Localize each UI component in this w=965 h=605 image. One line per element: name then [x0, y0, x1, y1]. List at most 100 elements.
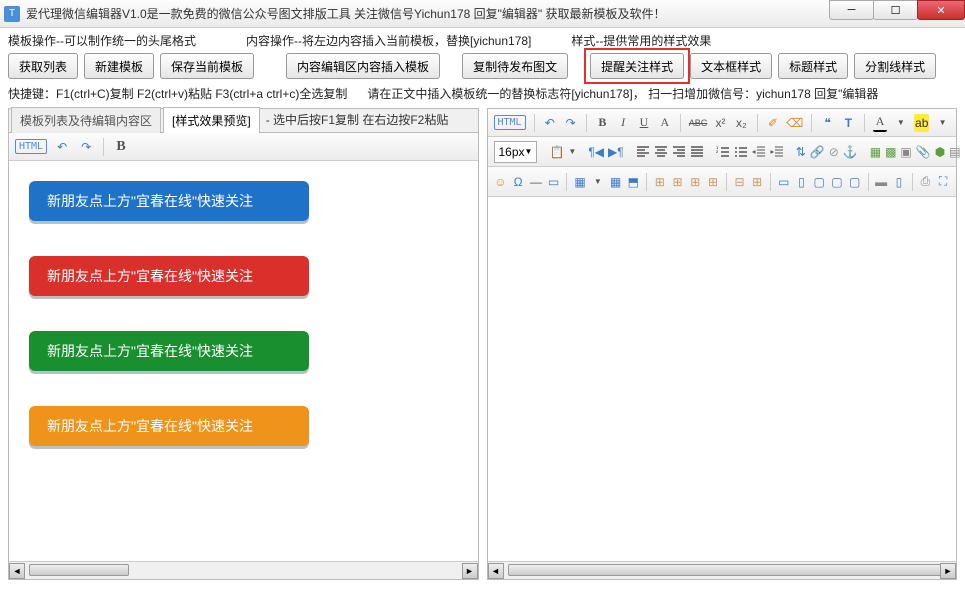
insert-row-below-icon[interactable]: ⊞: [671, 173, 685, 191]
special-char-icon[interactable]: Ω: [511, 173, 525, 191]
merge-cells-icon[interactable]: ⊟: [733, 173, 747, 191]
paste-icon[interactable]: 📋: [549, 143, 564, 161]
doc-icon[interactable]: ▯: [892, 173, 906, 191]
paragraph-rtl-icon[interactable]: ▶¶: [608, 143, 624, 161]
print-icon[interactable]: ⎙: [919, 173, 933, 191]
remind-follow-style-button[interactable]: 提醒关注样式: [590, 53, 684, 79]
style-sample-red[interactable]: 新朋友点上方"宜春在线"快速关注: [29, 256, 309, 296]
insert-row-above-icon[interactable]: ⊞: [653, 173, 667, 191]
delete-row-icon[interactable]: ▭: [777, 173, 791, 191]
style-sample-green[interactable]: 新朋友点上方"宜春在线"快速关注: [29, 331, 309, 371]
scroll-right-icon[interactable]: ►: [940, 563, 956, 579]
ordered-list-icon[interactable]: 12: [716, 143, 730, 161]
cell-align-3-icon[interactable]: ▢: [848, 173, 862, 191]
copy-publish-button[interactable]: 复制待发布图文: [462, 53, 568, 79]
save-template-button[interactable]: 保存当前模板: [160, 53, 254, 79]
unlink-icon[interactable]: ⊘: [829, 143, 839, 161]
more-icon[interactable]: ▤: [949, 143, 960, 161]
delete-col-icon[interactable]: ▯: [795, 173, 809, 191]
insert-col-right-icon[interactable]: ⊞: [706, 173, 720, 191]
cell-align-2-icon[interactable]: ▢: [830, 173, 844, 191]
indent-icon[interactable]: [770, 143, 784, 161]
map-icon[interactable]: ⬢: [935, 143, 945, 161]
tab-hint: - 选中后按F1复制 在右边按F2粘贴: [260, 107, 455, 132]
insert-template-button[interactable]: 内容编辑区内容插入模板: [286, 53, 440, 79]
divider-style-button[interactable]: 分割线样式: [854, 53, 936, 79]
undo-icon[interactable]: ↶: [542, 114, 557, 132]
underline-icon[interactable]: U: [637, 114, 652, 132]
table-icon[interactable]: ▦: [573, 173, 587, 191]
left-hscrollbar[interactable]: ◄ ►: [9, 561, 478, 579]
dropdown-icon[interactable]: ▼: [568, 143, 576, 161]
hr-icon[interactable]: ―: [529, 173, 543, 191]
tab-style-preview[interactable]: [样式效果预览]: [163, 107, 260, 133]
date-icon[interactable]: ▭: [547, 173, 561, 191]
page-break-icon[interactable]: ▬: [874, 173, 888, 191]
font-color-icon[interactable]: A: [873, 114, 888, 132]
style-sample-blue[interactable]: 新朋友点上方"宜春在线"快速关注: [29, 181, 309, 221]
scroll-thumb[interactable]: [508, 564, 948, 576]
dropdown-icon[interactable]: ▼: [591, 173, 605, 191]
template-ops-label: 模板操作--可以制作统一的头尾格式: [8, 32, 196, 49]
superscript-icon[interactable]: x²: [713, 114, 728, 132]
right-hscrollbar[interactable]: ◄ ►: [488, 561, 957, 579]
insert-col-left-icon[interactable]: ⊞: [688, 173, 702, 191]
paragraph-ltr-icon[interactable]: ¶◀: [588, 143, 604, 161]
redo-icon[interactable]: ↷: [77, 138, 95, 156]
align-center-icon[interactable]: [654, 143, 668, 161]
section-labels: 模板操作--可以制作统一的头尾格式 内容操作--将左边内容插入当前模板，替换[y…: [0, 28, 965, 51]
split-cells-icon[interactable]: ⊞: [750, 173, 764, 191]
attachment-icon[interactable]: 📎: [916, 143, 931, 161]
format-paint-icon[interactable]: ✐: [766, 114, 781, 132]
scroll-left-icon[interactable]: ◄: [488, 563, 504, 579]
font-icon[interactable]: A: [657, 114, 672, 132]
title-style-button[interactable]: 标题样式: [778, 53, 848, 79]
content-ops-label: 内容操作--将左边内容插入当前模板，替换[yichun178]: [246, 32, 531, 49]
anchor-icon[interactable]: ⚓: [843, 143, 858, 161]
undo-icon[interactable]: ↶: [53, 138, 71, 156]
unordered-list-icon[interactable]: [734, 143, 748, 161]
image2-icon[interactable]: ▩: [885, 143, 896, 161]
align-left-icon[interactable]: [636, 143, 650, 161]
dropdown-icon[interactable]: ▼: [935, 114, 950, 132]
dropdown-icon[interactable]: ▼: [893, 114, 908, 132]
bold-icon[interactable]: B: [112, 138, 130, 156]
scroll-thumb[interactable]: [29, 564, 129, 576]
cell-align-1-icon[interactable]: ▢: [812, 173, 826, 191]
video-icon[interactable]: ▣: [900, 143, 911, 161]
close-button[interactable]: ✕: [917, 0, 965, 20]
new-template-button[interactable]: 新建模板: [84, 53, 154, 79]
redo-icon[interactable]: ↷: [563, 114, 578, 132]
tab-template-list[interactable]: 模板列表及待编辑内容区: [11, 107, 161, 133]
clear-format-icon[interactable]: ⌫: [786, 114, 803, 132]
bold-icon[interactable]: B: [595, 114, 610, 132]
get-list-button[interactable]: 获取列表: [8, 53, 78, 79]
right-editor-content[interactable]: [488, 197, 957, 561]
subscript-icon[interactable]: x₂: [734, 114, 749, 132]
html-mode-button[interactable]: HTML: [15, 139, 47, 154]
highlight-icon[interactable]: ab: [914, 114, 929, 132]
minimize-button[interactable]: ─: [829, 0, 874, 20]
align-right-icon[interactable]: [672, 143, 686, 161]
text-t-icon[interactable]: T: [841, 114, 856, 132]
quote-icon[interactable]: ❝: [820, 114, 835, 132]
align-justify-icon[interactable]: [690, 143, 704, 161]
strikethrough-icon[interactable]: ABC: [689, 114, 707, 132]
table-top-icon[interactable]: ⬒: [626, 173, 640, 191]
textbox-style-button[interactable]: 文本框样式: [690, 53, 772, 79]
scroll-right-icon[interactable]: ►: [462, 563, 478, 579]
image-icon[interactable]: ▦: [870, 143, 881, 161]
emoji-icon[interactable]: ☺: [494, 173, 508, 191]
line-height-icon[interactable]: ⇅: [796, 143, 806, 161]
outdent-icon[interactable]: [752, 143, 766, 161]
table-delete-icon[interactable]: ▦: [609, 173, 623, 191]
html-mode-button[interactable]: HTML: [494, 115, 526, 130]
maximize-button[interactable]: ☐: [873, 0, 918, 20]
font-size-select[interactable]: 16px ▼: [494, 141, 538, 163]
fullscreen-icon[interactable]: ⛶: [936, 173, 950, 191]
link-icon[interactable]: 🔗: [810, 143, 825, 161]
style-sample-orange[interactable]: 新朋友点上方"宜春在线"快速关注: [29, 406, 309, 446]
scroll-left-icon[interactable]: ◄: [9, 563, 25, 579]
left-pane: 模板列表及待编辑内容区 [样式效果预览] - 选中后按F1复制 在右边按F2粘贴…: [8, 108, 479, 580]
italic-icon[interactable]: I: [616, 114, 631, 132]
